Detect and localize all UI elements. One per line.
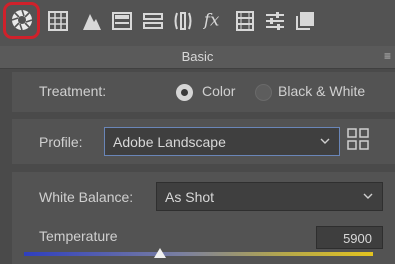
white-balance-block: White Balance: As Shot Temperature 5900 — [12, 172, 395, 264]
white-balance-dropdown[interactable]: As Shot — [156, 182, 383, 211]
treatment-row: Treatment: Color Black & White — [12, 72, 395, 112]
hsl-panel-icon[interactable] — [111, 10, 133, 32]
profile-dropdown[interactable]: Adobe Landscape — [104, 127, 340, 156]
basic-aperture-icon[interactable] — [11, 9, 33, 31]
temperature-slider-thumb[interactable] — [154, 248, 167, 258]
temperature-value: 5900 — [343, 231, 372, 246]
profile-browser-grid-icon[interactable] — [347, 128, 369, 155]
profile-label: Profile: — [39, 134, 83, 150]
profile-value: Adobe Landscape — [113, 134, 226, 150]
temperature-slider-track[interactable] — [24, 252, 373, 256]
temperature-label: Temperature — [39, 228, 118, 244]
color-option-label[interactable]: Color — [202, 83, 235, 99]
treatment-label: Treatment: — [39, 83, 107, 99]
camera-raw-panel: fx Basic ≡ Treatment: Color Black & Whit… — [0, 0, 395, 264]
basic-section-header: Basic ≡ — [0, 46, 395, 69]
color-radio[interactable] — [176, 84, 193, 101]
svg-text:fx: fx — [203, 11, 220, 30]
temperature-value-field[interactable]: 5900 — [316, 226, 383, 249]
chevron-down-icon — [320, 134, 330, 153]
panel-menu-icon[interactable]: ≡ — [384, 49, 391, 63]
black-white-option-label[interactable]: Black & White — [278, 83, 365, 99]
white-balance-label: White Balance: — [39, 189, 134, 205]
tone-curve-grid-icon[interactable] — [47, 10, 69, 32]
panel-tabs-toolbar: fx — [0, 0, 395, 47]
calibration-film-icon[interactable] — [234, 10, 256, 32]
split-toning-icon[interactable] — [142, 10, 164, 32]
profile-row: Profile: Adobe Landscape — [12, 119, 395, 164]
black-white-radio[interactable] — [255, 84, 272, 101]
detail-mountain-icon[interactable] — [81, 10, 103, 32]
presets-sliders-icon[interactable] — [264, 10, 286, 32]
snapshots-icon[interactable] — [294, 10, 316, 32]
white-balance-value: As Shot — [165, 189, 215, 205]
chevron-down-icon — [363, 189, 373, 208]
section-title: Basic — [181, 49, 214, 64]
fx-effects-icon[interactable]: fx — [203, 9, 225, 31]
lens-corrections-icon[interactable] — [172, 10, 194, 32]
